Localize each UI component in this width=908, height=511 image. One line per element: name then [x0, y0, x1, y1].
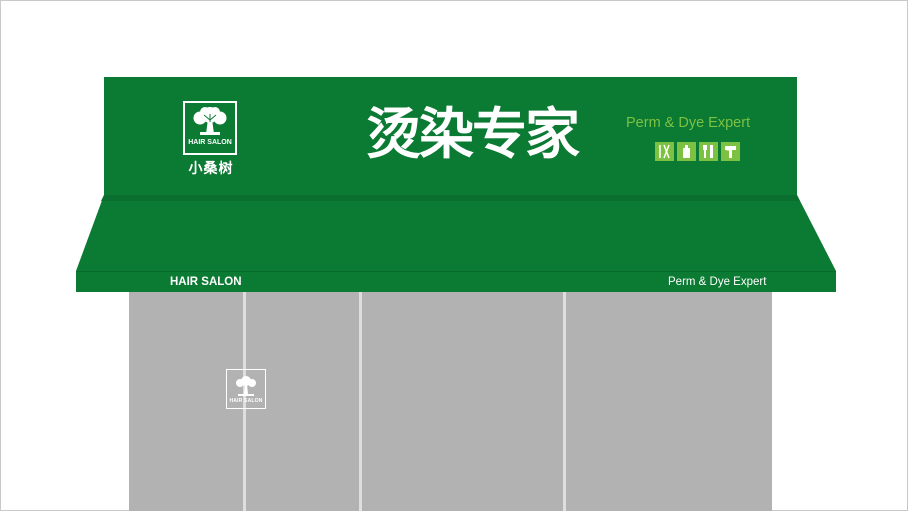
tree-icon: [236, 375, 256, 396]
awning-left-text: HAIR SALON: [170, 276, 242, 288]
door-frame-line: [563, 292, 566, 511]
door-logo-decal: HAIR SALON: [226, 369, 266, 409]
awning: [76, 195, 836, 292]
door-logo-text: HAIR SALON: [229, 397, 263, 404]
door-frame-line: [359, 292, 362, 511]
awning-right-text: Perm & Dye Expert: [668, 276, 767, 288]
